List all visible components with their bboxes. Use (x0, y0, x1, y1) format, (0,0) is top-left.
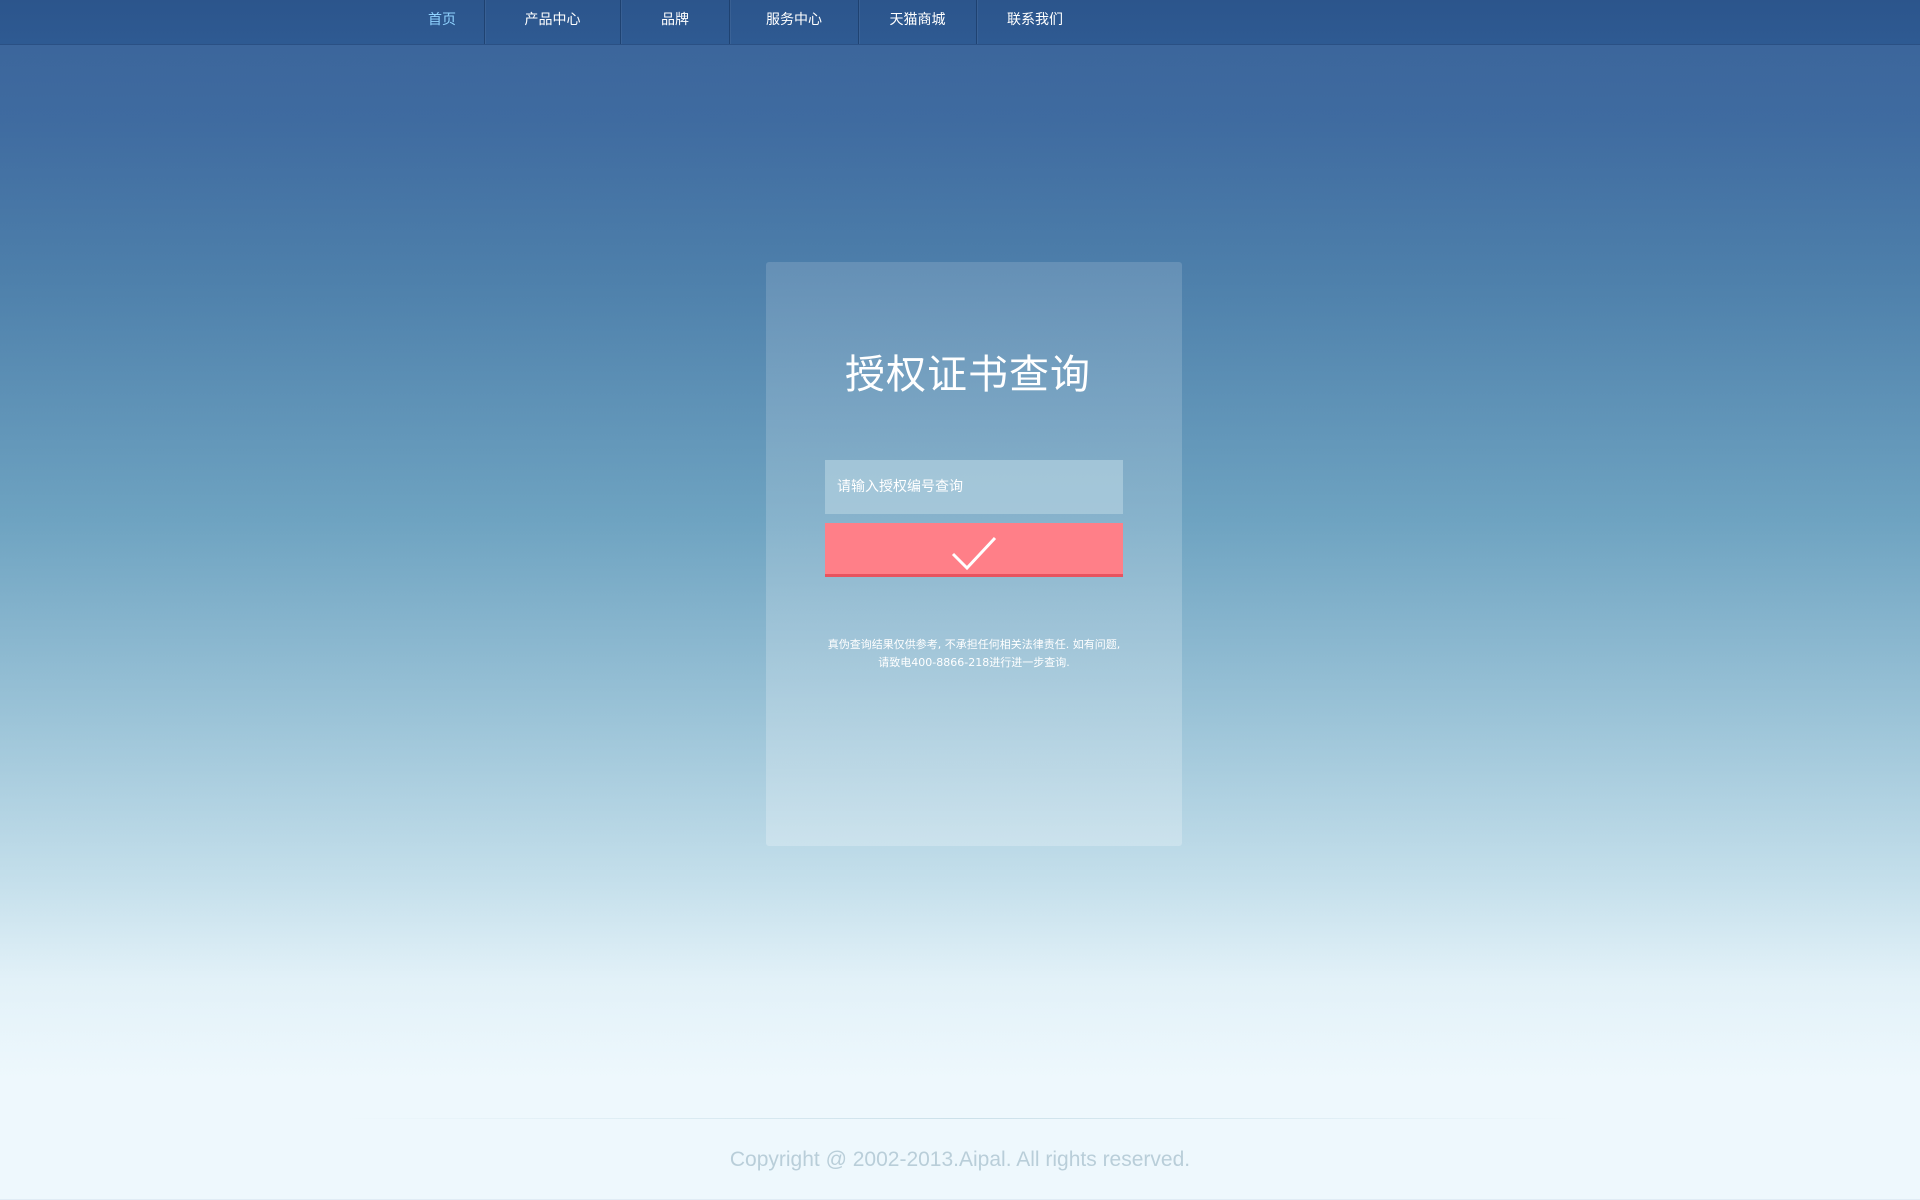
disclaimer-note: 真伪查询结果仅供参考, 不承担任何相关法律责任. 如有问题, 请致电400-88… (766, 636, 1182, 672)
top-nav-bar: 首页 产品中心 品牌 服务中心 天猫商城 联系我们 (0, 0, 1920, 45)
nav-item-products[interactable]: 产品中心 (485, 0, 620, 44)
copyright-text: Copyright @ 2002-2013.Aipal. All rights … (729, 1148, 1191, 1171)
nav-item-service[interactable]: 服务中心 (730, 0, 858, 44)
main-nav: 首页 产品中心 品牌 服务中心 天猫商城 联系我们 (400, 0, 1093, 44)
nav-item-brand[interactable]: 品牌 (621, 0, 729, 44)
checkmark-icon (951, 536, 997, 571)
nav-item-tmall[interactable]: 天猫商城 (859, 0, 976, 44)
disclaimer-line-1: 真伪查询结果仅供参考, 不承担任何相关法律责任. 如有问题, (827, 638, 1121, 651)
nav-item-home[interactable]: 首页 (400, 0, 484, 44)
footer-divider (340, 1118, 1580, 1119)
nav-item-contact[interactable]: 联系我们 (977, 0, 1093, 44)
disclaimer-line-2: 请致电400-8866-218进行进一步查询. (878, 656, 1070, 669)
page-title: 授权证书查询 (845, 352, 1091, 398)
query-submit-button[interactable] (825, 523, 1123, 577)
certificate-number-input[interactable] (825, 460, 1123, 514)
